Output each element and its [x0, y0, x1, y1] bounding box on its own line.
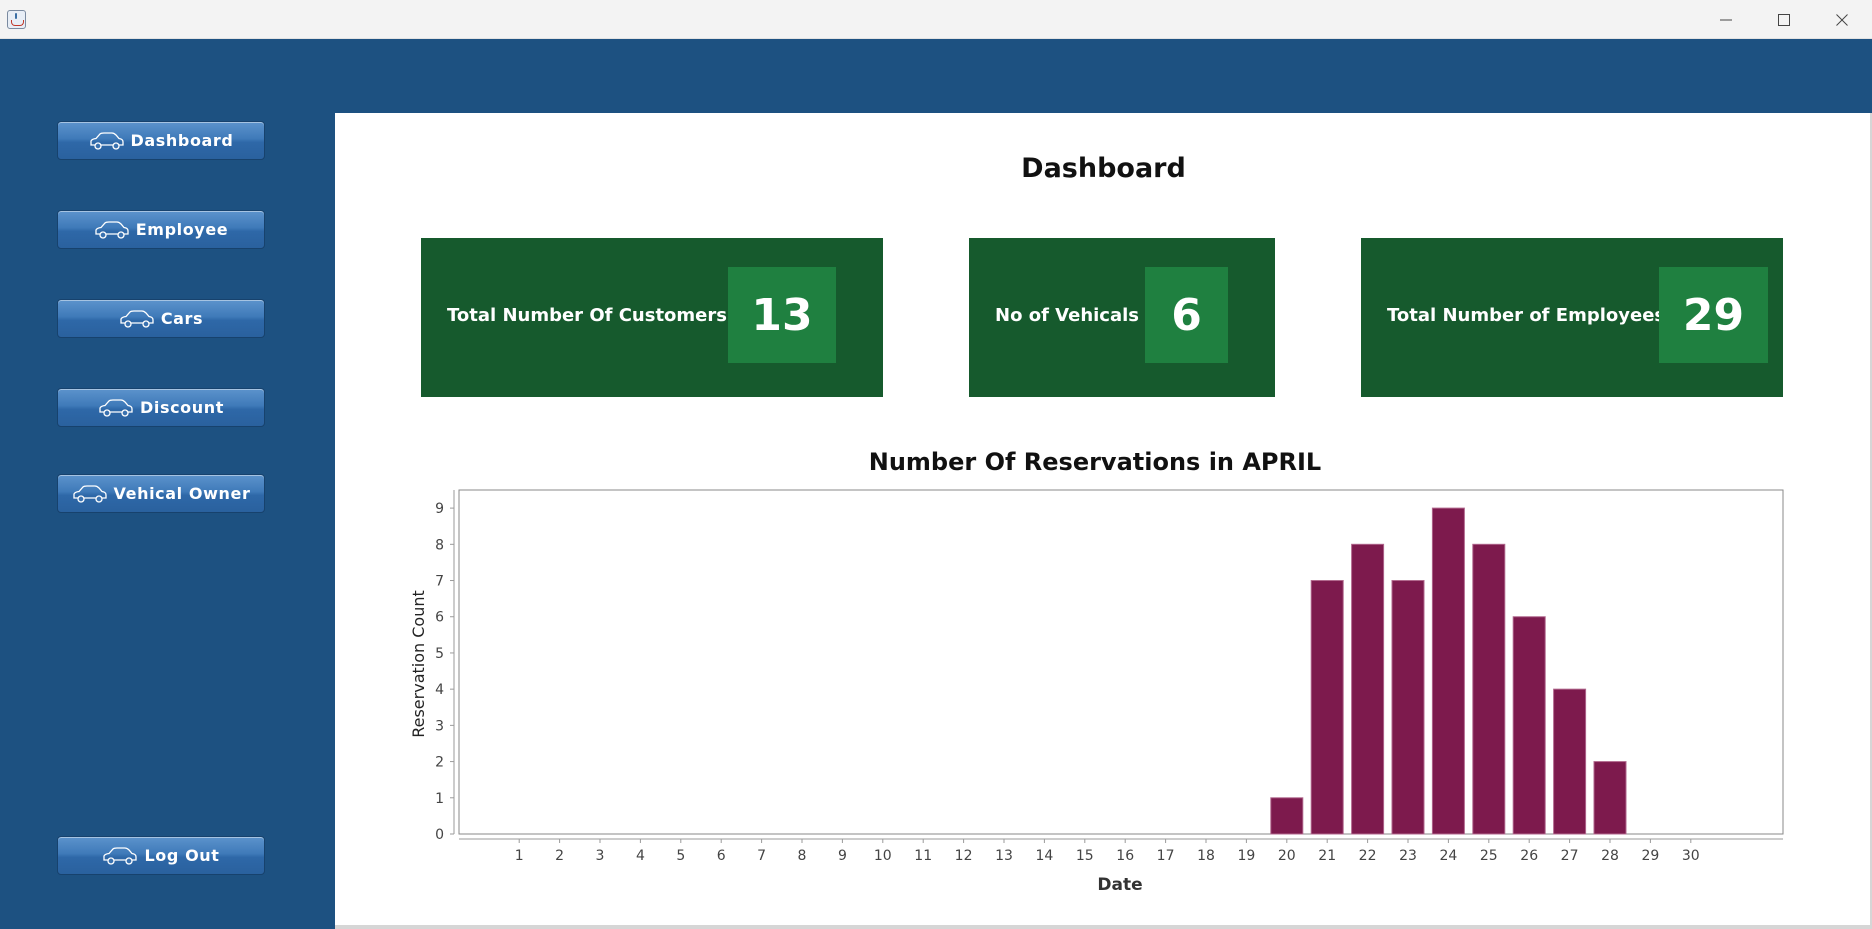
x-tick-label: 3	[596, 848, 605, 864]
x-tick-label: 2	[555, 848, 564, 864]
x-tick-label: 16	[1116, 848, 1134, 864]
x-tick-label: 13	[995, 848, 1013, 864]
y-tick-label: 1	[435, 791, 444, 807]
bar	[1593, 761, 1627, 835]
x-tick-label: 22	[1359, 848, 1377, 864]
x-tick-label: 8	[798, 848, 807, 864]
x-tick-label: 10	[874, 848, 892, 864]
x-tick-label: 4	[636, 848, 645, 864]
x-tick-label: 27	[1561, 848, 1579, 864]
bar	[1310, 580, 1344, 835]
y-tick-label: 2	[435, 755, 444, 771]
bar	[1512, 616, 1546, 835]
y-tick-label: 6	[435, 610, 444, 626]
x-tick-label: 1	[515, 848, 524, 864]
y-tick-label: 8	[435, 537, 444, 553]
y-tick-label: 9	[435, 501, 444, 517]
x-tick-label: 24	[1439, 848, 1457, 864]
x-axis-label: Date	[1097, 875, 1142, 895]
x-tick-label: 19	[1237, 848, 1255, 864]
x-tick-label: 30	[1682, 848, 1700, 864]
y-tick-label: 4	[435, 682, 444, 698]
x-tick-label: 25	[1480, 848, 1498, 864]
x-tick-label: 15	[1076, 848, 1094, 864]
x-tick-label: 14	[1035, 848, 1053, 864]
y-tick-label: 7	[435, 574, 444, 590]
x-tick-label: 20	[1278, 848, 1296, 864]
bar	[1351, 543, 1385, 835]
x-tick-label: 18	[1197, 848, 1215, 864]
bar	[1270, 797, 1304, 835]
y-tick-label: 5	[435, 646, 444, 662]
y-tick-label: 3	[435, 718, 444, 734]
bar	[1391, 580, 1425, 835]
bar	[1553, 688, 1587, 835]
bar	[1431, 507, 1465, 835]
bar	[1472, 543, 1506, 835]
reservations-bar-chart: 01234567891 2 3 4 5 6 7 8 9 10 11 12 13 14 15 16 17 18 19 2…	[409, 489, 1784, 895]
x-tick-label: 6	[717, 848, 726, 864]
x-tick-label: 5	[676, 848, 685, 864]
x-tick-label: 26	[1520, 848, 1538, 864]
x-tick-label: 28	[1601, 848, 1619, 864]
x-tick-label: 7	[757, 848, 766, 864]
x-tick-label: 23	[1399, 848, 1417, 864]
x-tick-label: 12	[955, 848, 973, 864]
x-tick-label: 21	[1318, 848, 1336, 864]
y-tick-label: 0	[435, 827, 444, 843]
x-tick-label: 9	[838, 848, 847, 864]
x-tick-label: 29	[1641, 848, 1659, 864]
x-tick-label: 11	[914, 848, 932, 864]
x-tick-label: 17	[1157, 848, 1175, 864]
y-axis-label: Reservation Count	[409, 590, 428, 738]
